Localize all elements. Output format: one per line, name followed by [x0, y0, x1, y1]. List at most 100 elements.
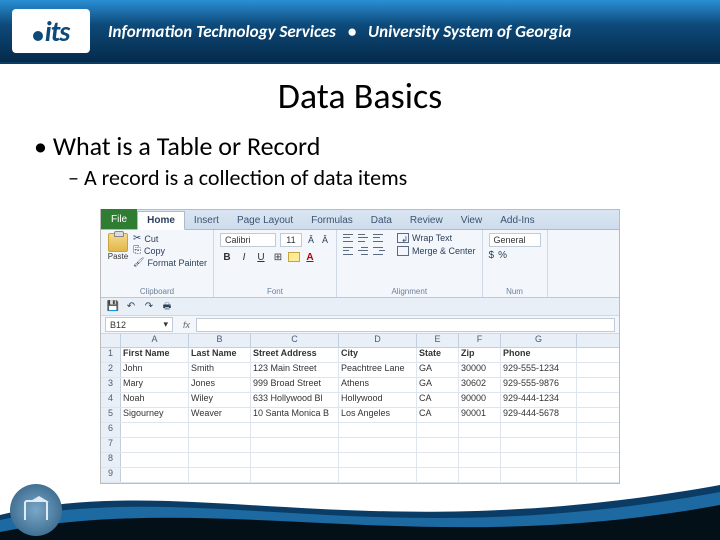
col-header-e[interactable]: E	[417, 334, 459, 347]
cell[interactable]	[251, 468, 339, 482]
font-name-select[interactable]: Calibri	[220, 233, 276, 247]
cell[interactable]	[339, 453, 417, 467]
cell[interactable]	[459, 468, 501, 482]
align-middle-button[interactable]	[358, 233, 370, 243]
italic-button[interactable]: I	[237, 250, 251, 264]
border-button[interactable]: ⊞	[271, 250, 285, 264]
cell[interactable]: 929-444-5678	[501, 408, 577, 422]
row-header[interactable]: 4	[101, 393, 121, 407]
cell[interactable]: Noah	[121, 393, 189, 407]
tab-addins[interactable]: Add-Ins	[491, 212, 543, 229]
grow-font-button[interactable]: Â	[306, 235, 316, 245]
cell[interactable]: 90001	[459, 408, 501, 422]
cell[interactable]	[251, 438, 339, 452]
cell[interactable]: 999 Broad Street	[251, 378, 339, 392]
save-button[interactable]	[107, 301, 119, 313]
paste-button[interactable]: Paste	[107, 233, 129, 261]
cell[interactable]: Jones	[189, 378, 251, 392]
cell[interactable]: John	[121, 363, 189, 377]
cell[interactable]	[501, 438, 577, 452]
number-format-select[interactable]: General	[489, 233, 541, 247]
cell[interactable]: Weaver	[189, 408, 251, 422]
align-right-button[interactable]	[373, 246, 385, 256]
font-size-select[interactable]: 11	[280, 233, 302, 247]
row-header[interactable]: 8	[101, 453, 121, 467]
cell[interactable]: First Name	[121, 348, 189, 362]
col-header-g[interactable]: G	[501, 334, 577, 347]
cell[interactable]: Phone	[501, 348, 577, 362]
cell[interactable]: Zip	[459, 348, 501, 362]
cell[interactable]	[417, 423, 459, 437]
col-header-a[interactable]: A	[121, 334, 189, 347]
cell[interactable]: Los Angeles	[339, 408, 417, 422]
cell[interactable]	[339, 438, 417, 452]
cell[interactable]: City	[339, 348, 417, 362]
col-header-c[interactable]: C	[251, 334, 339, 347]
align-center-button[interactable]	[358, 246, 370, 256]
cell[interactable]	[339, 423, 417, 437]
cell[interactable]: State	[417, 348, 459, 362]
undo-button[interactable]	[125, 301, 137, 313]
cell[interactable]: CA	[417, 408, 459, 422]
cell[interactable]: Peachtree Lane	[339, 363, 417, 377]
cell[interactable]	[121, 438, 189, 452]
merge-center-button[interactable]: Merge & Center	[397, 246, 476, 256]
cell[interactable]: 929-555-1234	[501, 363, 577, 377]
cell[interactable]: GA	[417, 363, 459, 377]
tab-data[interactable]: Data	[362, 212, 401, 229]
tab-file[interactable]: File	[101, 209, 137, 229]
cell[interactable]: Last Name	[189, 348, 251, 362]
cell[interactable]	[189, 423, 251, 437]
align-bottom-button[interactable]	[373, 233, 385, 243]
cell[interactable]: Mary	[121, 378, 189, 392]
currency-button[interactable]: $	[489, 250, 495, 261]
print-button[interactable]	[161, 301, 173, 313]
cell[interactable]	[121, 423, 189, 437]
cell[interactable]: Smith	[189, 363, 251, 377]
col-header-b[interactable]: B	[189, 334, 251, 347]
underline-button[interactable]: U	[254, 250, 268, 264]
percent-button[interactable]: %	[498, 250, 507, 261]
select-all-corner[interactable]	[101, 334, 121, 347]
col-header-d[interactable]: D	[339, 334, 417, 347]
tab-review[interactable]: Review	[401, 212, 452, 229]
tab-page-layout[interactable]: Page Layout	[228, 212, 302, 229]
col-header-f[interactable]: F	[459, 334, 501, 347]
cell[interactable]	[501, 468, 577, 482]
row-header[interactable]: 7	[101, 438, 121, 452]
tab-view[interactable]: View	[452, 212, 492, 229]
fill-color-button[interactable]	[288, 252, 300, 262]
cell[interactable]	[251, 453, 339, 467]
cell[interactable]: Sigourney	[121, 408, 189, 422]
cell[interactable]	[459, 438, 501, 452]
cell[interactable]: 123 Main Street	[251, 363, 339, 377]
name-box[interactable]: B12▾	[105, 317, 173, 332]
tab-home[interactable]: Home	[137, 211, 185, 230]
cell[interactable]: 30602	[459, 378, 501, 392]
cell[interactable]	[189, 438, 251, 452]
bold-button[interactable]: B	[220, 250, 234, 264]
fx-label[interactable]: fx	[177, 320, 196, 330]
cell[interactable]	[339, 468, 417, 482]
cell[interactable]: Wiley	[189, 393, 251, 407]
font-color-button[interactable]: A	[303, 250, 317, 264]
shrink-font-button[interactable]: Ǎ	[320, 235, 330, 245]
cell[interactable]	[417, 468, 459, 482]
row-header[interactable]: 3	[101, 378, 121, 392]
cell[interactable]: 929-444-1234	[501, 393, 577, 407]
cell[interactable]: 30000	[459, 363, 501, 377]
redo-button[interactable]	[143, 301, 155, 313]
cell[interactable]: 90000	[459, 393, 501, 407]
cell[interactable]: GA	[417, 378, 459, 392]
cell[interactable]	[501, 453, 577, 467]
cut-button[interactable]: Cut	[133, 233, 207, 244]
cell[interactable]: 929-555-9876	[501, 378, 577, 392]
row-header[interactable]: 5	[101, 408, 121, 422]
cell[interactable]: Street Address	[251, 348, 339, 362]
formula-input[interactable]	[196, 318, 615, 332]
tab-formulas[interactable]: Formulas	[302, 212, 362, 229]
wrap-text-button[interactable]: Wrap Text	[397, 233, 452, 243]
cell[interactable]: Athens	[339, 378, 417, 392]
cell[interactable]	[417, 453, 459, 467]
tab-insert[interactable]: Insert	[185, 212, 228, 229]
